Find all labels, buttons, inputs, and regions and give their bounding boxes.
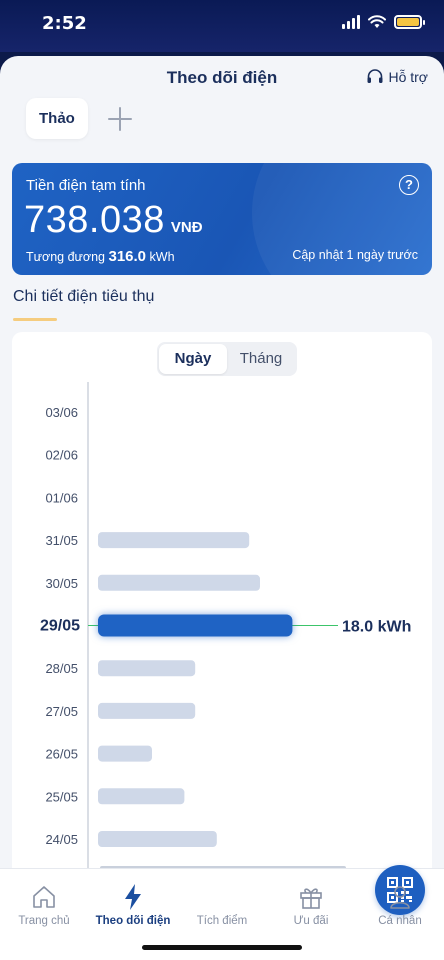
y-tick-label: 27/05 — [45, 704, 78, 719]
nav-profile[interactable]: Cá nhân — [356, 881, 444, 927]
main-sheet: Theo dõi điện Hỗ trợ Thảo Tiền điện tạm … — [0, 56, 444, 960]
account-row: Thảo — [26, 98, 134, 139]
user-icon — [390, 886, 410, 909]
question-icon[interactable]: ? — [399, 175, 419, 195]
wifi-icon — [368, 15, 386, 28]
section-underline — [13, 318, 57, 321]
bar[interactable] — [98, 702, 196, 719]
nav-points[interactable]: Tích điểm — [178, 865, 425, 927]
home-indicator — [142, 945, 302, 950]
nav-electricity-label: Theo dõi điện — [95, 915, 171, 927]
y-tick-label: 26/05 — [45, 747, 78, 762]
y-tick-label: 25/05 — [45, 789, 78, 804]
chart-card: Ngày Tháng 03/06 02/06 01/06 31/05 30/05 29/0… — [12, 332, 432, 892]
tab-month[interactable]: Tháng — [227, 344, 295, 374]
selected-value-label: 18.0 kWh — [342, 619, 411, 636]
bill-value: 738.038 — [24, 199, 165, 241]
help-label: Hỗ trợ — [388, 69, 428, 85]
help-button[interactable]: Hỗ trợ — [366, 68, 428, 86]
gift-icon — [300, 888, 322, 909]
bar[interactable] — [98, 788, 185, 805]
equiv-value: 316.0 — [108, 248, 147, 265]
tab-day[interactable]: Ngày — [159, 344, 227, 374]
bar[interactable] — [98, 532, 250, 549]
period-toggle: Ngày Tháng — [157, 342, 297, 376]
home-icon — [33, 886, 55, 908]
bar-selected[interactable] — [98, 614, 293, 637]
battery-icon — [394, 15, 425, 29]
y-tick-label: 24/05 — [45, 832, 78, 847]
y-tick-label: 03/06 — [45, 405, 78, 420]
equiv-unit: kWh — [149, 250, 175, 264]
headset-icon — [367, 69, 383, 83]
bar[interactable] — [98, 831, 217, 847]
nav-home-label: Trang chủ — [18, 915, 70, 927]
y-tick-label: 01/06 — [45, 490, 78, 505]
y-tick-label: 29/05 — [40, 618, 80, 635]
bar[interactable] — [98, 745, 152, 762]
consumption-chart: 03/06 02/06 01/06 31/05 30/05 29/05 18.0 kWh 28… — [40, 382, 411, 892]
add-account-icon[interactable] — [106, 105, 134, 133]
bar[interactable] — [98, 660, 196, 677]
y-tick-label: 02/06 — [45, 448, 78, 463]
bill-amount: 738.038 VNĐ — [24, 199, 203, 242]
bill-currency: VNĐ — [170, 219, 203, 236]
nav-points-label: Tích điểm — [196, 915, 248, 927]
bill-equivalent: Tương đương 316.0 kWh — [26, 248, 175, 265]
bill-footer: Tương đương 316.0 kWh Cập nhật 1 ngày tr… — [26, 248, 418, 265]
bill-card: Tiền điện tạm tính ? 738.038 VNĐ Tương đ… — [12, 163, 432, 275]
equiv-label: Tương đương — [26, 250, 105, 264]
y-tick-label: 31/05 — [45, 533, 78, 548]
account-chip-selected[interactable]: Thảo — [26, 98, 88, 139]
cellular-signal-icon — [342, 15, 360, 29]
lightning-icon — [125, 884, 141, 910]
status-bar: 2:52 — [0, 0, 444, 52]
y-tick-label: 28/05 — [45, 661, 78, 676]
status-time: 2:52 — [42, 13, 87, 34]
bill-updated: Cập nhật 1 ngày trước — [292, 248, 418, 262]
y-tick-label: 30/05 — [45, 576, 78, 591]
nav-electricity[interactable]: Theo dõi điện — [89, 881, 177, 927]
nav-profile-label: Cá nhân — [378, 915, 422, 927]
header: Theo dõi điện Hỗ trợ — [0, 56, 444, 100]
status-icons — [342, 15, 425, 29]
bar[interactable] — [98, 574, 260, 591]
nav-offers[interactable]: Ưu đãi — [267, 881, 355, 927]
section-title: Chi tiết điện tiêu thụ — [13, 288, 155, 305]
nav-offers-label: Ưu đãi — [293, 915, 329, 927]
nav-home[interactable]: Trang chủ — [0, 881, 88, 927]
bill-label: Tiền điện tạm tính — [26, 177, 146, 194]
